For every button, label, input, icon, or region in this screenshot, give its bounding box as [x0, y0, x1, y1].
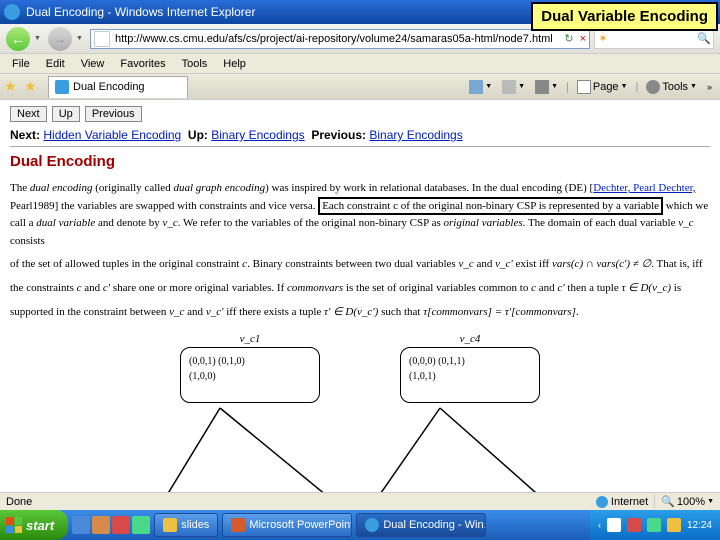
address-input[interactable]	[113, 33, 561, 45]
clock[interactable]: 12:24	[687, 520, 712, 531]
dual-encoding-figure: v_c1 (0,0,1) (0,1,0) (1,0,0) v_c4 (0,0,0…	[10, 333, 710, 403]
forward-button[interactable]: →	[48, 27, 72, 51]
tools-menu-button[interactable]: Tools▼	[642, 78, 701, 96]
menu-view[interactable]: View	[73, 56, 113, 72]
search-provider-icon: ✶	[595, 32, 611, 45]
nav-next-link[interactable]: Hidden Variable Encoding	[43, 128, 181, 142]
ie-icon	[365, 518, 379, 532]
tab-toolbar: ★ ★ Dual Encoding ▼ ▼ ▼ | Page▼ | Tools▼…	[0, 74, 720, 100]
stop-icon[interactable]: ×	[577, 33, 589, 45]
feeds-button[interactable]: ▼	[498, 78, 529, 96]
status-text: Done	[6, 496, 32, 508]
page-icon	[577, 80, 591, 94]
quick-launch-icon[interactable]	[72, 516, 90, 534]
nav-up-link[interactable]: Binary Encodings	[211, 128, 304, 142]
nav-next-label: Next:	[10, 128, 40, 142]
menu-help[interactable]: Help	[215, 56, 254, 72]
address-bar: ↻ ×	[90, 29, 590, 49]
favorites-center-icon[interactable]: ★	[4, 78, 22, 96]
tray-expand-icon[interactable]: ‹	[598, 520, 601, 530]
quick-launch-icon[interactable]	[132, 516, 150, 534]
back-button[interactable]: ←	[6, 27, 30, 51]
menu-bar: File Edit View Favorites Tools Help	[0, 54, 720, 74]
taskbar-item-powerpoint[interactable]: Microsoft PowerPoint ...	[222, 513, 352, 537]
citation-link[interactable]: Dechter, Pearl Dechter,	[593, 182, 695, 194]
page-heading: Dual Encoding	[10, 153, 710, 170]
page-icon	[94, 31, 110, 47]
print-icon	[535, 80, 549, 94]
nav-up-label: Up:	[188, 128, 208, 142]
nav-button-row: Next Up Previous	[10, 106, 710, 122]
back-history-dropdown[interactable]: ▼	[34, 35, 44, 42]
previous-button[interactable]: Previous	[85, 106, 142, 122]
feed-icon	[502, 80, 516, 94]
browser-tab[interactable]: Dual Encoding	[48, 76, 188, 98]
tray-icon[interactable]	[647, 518, 661, 532]
nav-prev-link[interactable]: Binary Encodings	[369, 128, 462, 142]
quick-launch-icon[interactable]	[112, 516, 130, 534]
taskbar-item-folder[interactable]: slides	[154, 513, 218, 537]
quick-launch	[72, 516, 150, 534]
node-box-right: (0,0,0) (0,1,1) (1,0,1)	[400, 347, 540, 403]
tray-icon[interactable]	[667, 518, 681, 532]
start-button[interactable]: start	[0, 510, 68, 540]
menu-tools[interactable]: Tools	[174, 56, 216, 72]
page-content: Next Up Previous Next: Hidden Variable E…	[0, 100, 720, 492]
powerpoint-icon	[231, 518, 245, 532]
security-zone[interactable]: Internet	[596, 496, 648, 508]
home-button[interactable]: ▼	[465, 78, 496, 96]
node-box-left: (0,0,1) (0,1,0) (1,0,0)	[180, 347, 320, 403]
tray-icon[interactable]	[607, 518, 621, 532]
forward-history-dropdown[interactable]: ▼	[76, 35, 86, 42]
add-favorites-icon[interactable]: ★	[24, 78, 42, 96]
zoom-icon: 🔍	[661, 495, 675, 508]
taskbar-item-ie[interactable]: Dual Encoding - Win...	[356, 513, 486, 537]
home-icon	[469, 80, 483, 94]
tray-icon[interactable]	[627, 518, 641, 532]
paragraph-4: supported in the constraint between v_c …	[10, 304, 710, 322]
menu-favorites[interactable]: Favorites	[112, 56, 173, 72]
menu-file[interactable]: File	[4, 56, 38, 72]
quick-launch-icon[interactable]	[92, 516, 110, 534]
windows-logo-icon	[6, 517, 22, 533]
up-button[interactable]: Up	[52, 106, 80, 122]
paragraph-3: the constraints c and c' share one or mo…	[10, 280, 710, 298]
highlighted-text: Each constraint c of the original non-bi…	[318, 197, 663, 215]
gear-icon	[646, 80, 660, 94]
paragraph-1: The dual encoding (originally called dua…	[10, 180, 710, 250]
status-bar: Done Internet 🔍 100% ▼	[0, 492, 720, 510]
figure-edges	[10, 333, 710, 492]
chevron-right-icon[interactable]: »	[703, 82, 716, 92]
tab-favicon	[55, 80, 69, 94]
nav-links: Next: Hidden Variable Encoding Up: Binar…	[10, 128, 710, 147]
print-button[interactable]: ▼	[531, 78, 562, 96]
page-menu-button[interactable]: Page▼	[573, 78, 632, 96]
zoom-control[interactable]: 🔍 100% ▼	[654, 495, 714, 508]
windows-taskbar: start slides Microsoft PowerPoint ... Du…	[0, 510, 720, 540]
nav-prev-label: Previous:	[311, 128, 366, 142]
globe-icon	[596, 496, 608, 508]
next-button[interactable]: Next	[10, 106, 47, 122]
refresh-icon[interactable]: ↻	[561, 32, 576, 45]
tab-title: Dual Encoding	[73, 81, 145, 93]
overlay-callout: Dual Variable Encoding	[531, 2, 718, 31]
ie-icon	[4, 4, 20, 20]
search-icon[interactable]: 🔍	[695, 32, 713, 45]
system-tray: ‹ 12:24	[590, 510, 720, 540]
search-box[interactable]: ✶ 🔍	[594, 29, 714, 49]
menu-edit[interactable]: Edit	[38, 56, 73, 72]
folder-icon	[163, 518, 177, 532]
paragraph-2: of the set of allowed tuples in the orig…	[10, 256, 710, 274]
